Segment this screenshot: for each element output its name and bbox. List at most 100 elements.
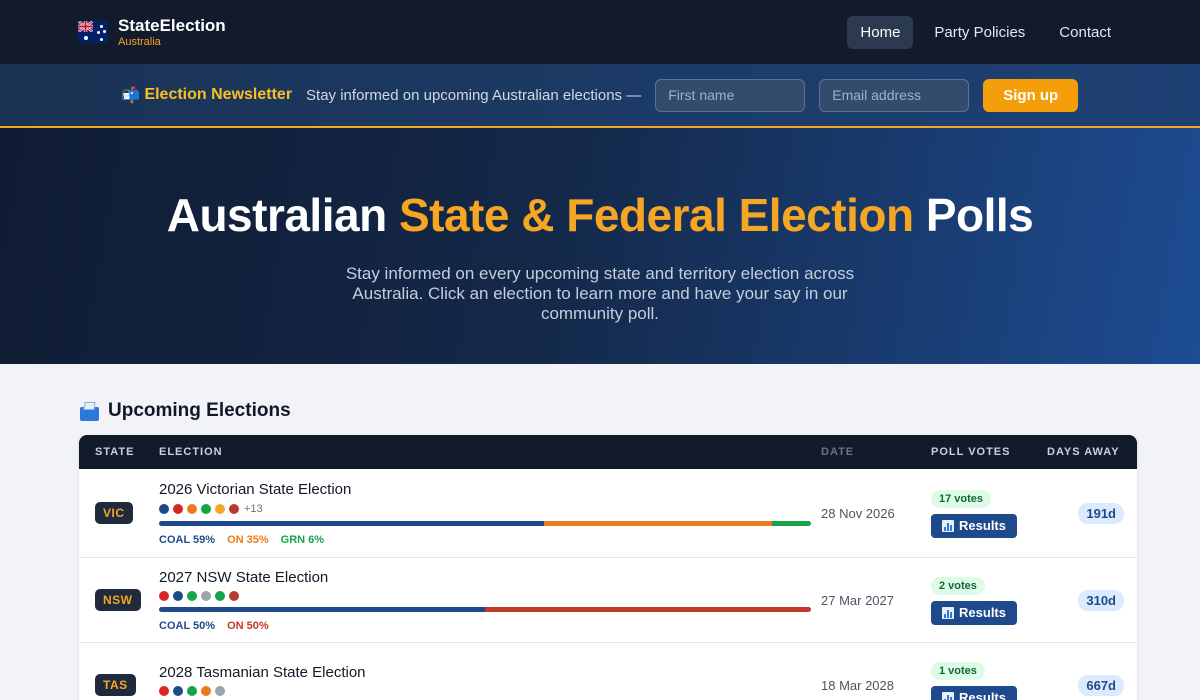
- first-name-input[interactable]: [655, 78, 806, 112]
- days-away-badge: 310d: [1078, 589, 1124, 611]
- share-segment: [485, 606, 811, 612]
- days-cell: 310d: [1047, 589, 1124, 611]
- hero-subtitle: Stay informed on every upcoming state an…: [345, 264, 855, 323]
- table-row[interactable]: VIC 2026 Victorian State Election +13 COAL …: [79, 469, 1137, 558]
- nav-contact[interactable]: Contact: [1046, 16, 1124, 49]
- party-dot: [201, 685, 211, 696]
- poll-cell: 17 votes Results: [931, 489, 1047, 538]
- table-row[interactable]: TAS 2028 Tasmanian State Election 18 Mar 2…: [79, 643, 1137, 700]
- bar-chart-icon: [942, 691, 955, 700]
- newsletter-bar: 📬 Election Newsletter Stay informed on u…: [0, 64, 1200, 128]
- days-away-badge: 191d: [1078, 502, 1124, 524]
- section-title: Upcoming Elections: [108, 400, 291, 421]
- party-dot: [215, 503, 225, 514]
- table-header: STATE ELECTION DATE POLL VOTES DAYS AWAY: [79, 435, 1137, 469]
- party-dot: [187, 685, 197, 696]
- party-dot: [159, 685, 169, 696]
- election-cell: 2028 Tasmanian State Election: [159, 664, 821, 700]
- party-dots: [159, 685, 811, 696]
- nav-party-policies[interactable]: Party Policies: [921, 16, 1038, 49]
- upcoming-elections-section: Upcoming Elections STATE ELECTION DATE P…: [0, 364, 1200, 700]
- votes-badge: 17 votes: [931, 489, 992, 508]
- share-value: 6%: [308, 533, 325, 546]
- share-value: 50%: [193, 619, 216, 632]
- more-parties: +13: [244, 502, 263, 515]
- share-legend-item: ON 35%: [227, 534, 269, 546]
- state-cell: VIC: [79, 502, 159, 524]
- state-cell: TAS: [79, 674, 159, 696]
- results-button[interactable]: Results: [931, 685, 1017, 700]
- party-dot: [215, 685, 225, 696]
- ballot-box-icon: [79, 401, 100, 421]
- election-cell: 2027 NSW State Election COAL 50% ON 50%: [159, 569, 821, 632]
- party-dots: [159, 590, 811, 601]
- share-value: 35%: [246, 533, 269, 546]
- header-date: DATE: [821, 446, 855, 458]
- votes-badge: 2 votes: [931, 576, 985, 595]
- party-dot: [201, 590, 211, 601]
- header-poll-votes: POLL VOTES: [931, 446, 1011, 458]
- party-dot: [173, 590, 183, 601]
- state-cell: NSW: [79, 589, 159, 611]
- party-dot: [229, 590, 239, 601]
- party-dot: [229, 503, 239, 514]
- poll-share-legend: COAL 59% ON 35% GRN 6%: [159, 534, 811, 546]
- hero-title: Australian State & Federal Election Poll…: [167, 188, 1034, 242]
- newsletter-title-wrap: 📬 Election Newsletter: [122, 86, 292, 104]
- share-segment: [771, 520, 811, 526]
- state-badge: TAS: [95, 674, 136, 696]
- poll-cell: 2 votes Results: [931, 576, 1047, 625]
- results-label: Results: [959, 690, 1006, 700]
- share-party: ON: [227, 619, 244, 632]
- share-legend-item: COAL 50%: [159, 620, 215, 632]
- nav-links: Home Party Policies Contact: [847, 15, 1124, 49]
- hero: Australian State & Federal Election Poll…: [0, 128, 1200, 364]
- hero-title-highlight: State & Federal Election: [398, 189, 914, 241]
- party-dot: [173, 685, 183, 696]
- poll-cell: 1 votes Results: [931, 661, 1047, 700]
- days-away-badge: 667d: [1078, 674, 1124, 696]
- share-legend-item: GRN 6%: [281, 534, 324, 546]
- hero-title-pre: Australian: [166, 189, 399, 241]
- share-legend-item: COAL 59%: [159, 534, 215, 546]
- share-party: ON: [227, 533, 244, 546]
- nav-home[interactable]: Home: [847, 15, 914, 49]
- share-value: 59%: [193, 533, 216, 546]
- election-name[interactable]: 2027 NSW State Election: [159, 569, 811, 586]
- poll-share-bar: [159, 606, 811, 612]
- results-button[interactable]: Results: [931, 513, 1017, 538]
- share-segment: [543, 520, 772, 526]
- election-name[interactable]: 2026 Victorian State Election: [159, 481, 811, 498]
- signup-button[interactable]: Sign up: [983, 78, 1079, 112]
- email-input[interactable]: [819, 78, 970, 112]
- elections-table: STATE ELECTION DATE POLL VOTES DAYS AWAY…: [79, 435, 1137, 700]
- results-button[interactable]: Results: [931, 600, 1017, 625]
- australian-flag-icon: [78, 21, 108, 43]
- party-dot: [201, 503, 211, 514]
- top-navbar: StateElection Australia Home Party Polic…: [0, 0, 1200, 64]
- header-days-away: DAYS AWAY: [1047, 446, 1120, 458]
- newsletter-title: Election Newsletter: [144, 86, 293, 103]
- party-dot: [159, 590, 169, 601]
- party-dot: [215, 590, 225, 601]
- newsletter-description: Stay informed on upcoming Australian ele…: [306, 86, 642, 104]
- bar-chart-icon: [942, 606, 955, 619]
- party-dot: [173, 503, 183, 514]
- share-legend-item: ON 50%: [227, 620, 269, 632]
- brand[interactable]: StateElection Australia: [78, 17, 226, 48]
- header-election: ELECTION: [159, 446, 223, 458]
- brand-subtitle: Australia: [118, 35, 161, 48]
- hero-title-post: Polls: [913, 189, 1034, 241]
- results-label: Results: [959, 518, 1006, 533]
- days-cell: 191d: [1047, 502, 1124, 524]
- results-label: Results: [959, 605, 1006, 620]
- party-dot: [187, 503, 197, 514]
- share-value: 50%: [246, 619, 269, 632]
- share-party: COAL: [159, 619, 190, 632]
- election-name[interactable]: 2028 Tasmanian State Election: [159, 664, 811, 681]
- table-row[interactable]: NSW 2027 NSW State Election COAL 50% ON 50%…: [79, 558, 1137, 643]
- poll-share-bar: [159, 520, 811, 526]
- party-dots: +13: [159, 503, 811, 515]
- state-badge: NSW: [95, 589, 141, 611]
- election-date: 18 Mar 2028: [821, 677, 894, 693]
